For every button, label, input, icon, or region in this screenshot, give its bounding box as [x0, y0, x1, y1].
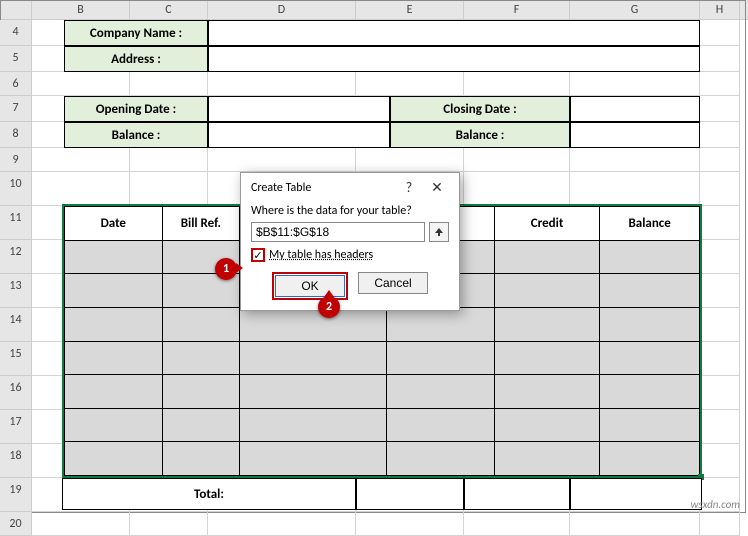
col-C[interactable]: C: [130, 0, 208, 19]
dialog-title: Create Table: [251, 181, 395, 195]
balance-right-value[interactable]: [570, 122, 700, 148]
total-balance[interactable]: [570, 478, 702, 510]
ok-button[interactable]: OK: [275, 275, 345, 297]
balance-left-value[interactable]: [208, 122, 390, 148]
annotation-marker-2: 2: [318, 296, 340, 318]
balance-right-label: Balance :: [390, 122, 570, 148]
row-9[interactable]: 9: [0, 148, 32, 172]
table-range-input[interactable]: [251, 222, 425, 242]
collapse-dialog-button[interactable]: [429, 222, 449, 242]
total-label: Total:: [62, 478, 356, 510]
create-table-dialog: Create Table ? ✕ Where is the data for y…: [240, 172, 460, 311]
table-row[interactable]: [65, 442, 700, 476]
row-7[interactable]: 7: [0, 96, 32, 122]
total-credit[interactable]: [464, 478, 570, 510]
row-19[interactable]: 19: [0, 478, 32, 512]
row-11[interactable]: 11: [0, 206, 32, 240]
table-row[interactable]: [65, 408, 700, 442]
arrow-up-icon: [434, 227, 444, 237]
address-value[interactable]: [208, 46, 700, 72]
closing-date-value[interactable]: [570, 96, 700, 122]
total-debit[interactable]: [356, 478, 464, 510]
row-6[interactable]: 6: [0, 72, 32, 96]
select-all-corner[interactable]: [0, 0, 32, 19]
col-G[interactable]: G: [570, 0, 700, 19]
row-16[interactable]: 16: [0, 376, 32, 410]
opening-date-value[interactable]: [208, 96, 390, 122]
col-D[interactable]: D: [208, 0, 356, 19]
table-row[interactable]: [65, 375, 700, 409]
row-15[interactable]: 15: [0, 342, 32, 376]
th-credit: Credit: [494, 207, 600, 241]
th-date: Date: [65, 207, 163, 241]
headers-checkbox-label: My table has headers: [269, 248, 373, 262]
row-10[interactable]: 10: [0, 172, 32, 206]
col-E[interactable]: E: [356, 0, 464, 19]
row-5[interactable]: 5: [0, 46, 32, 72]
th-balance: Balance: [600, 207, 700, 241]
row-14[interactable]: 14: [0, 308, 32, 342]
th-billref: Bill Ref.: [162, 207, 240, 241]
dialog-close-button[interactable]: ✕: [423, 179, 451, 196]
company-name-label: Company Name :: [64, 20, 208, 46]
row-8[interactable]: 8: [0, 122, 32, 148]
row-18[interactable]: 18: [0, 444, 32, 478]
company-name-value[interactable]: [208, 20, 700, 46]
watermark: wsxdn.com: [691, 498, 740, 511]
annotation-marker-1: 1: [215, 258, 237, 280]
address-label: Address :: [64, 46, 208, 72]
row-20[interactable]: 20: [0, 512, 32, 536]
col-B[interactable]: B: [32, 0, 130, 19]
dialog-help-button[interactable]: ?: [395, 179, 423, 196]
cancel-button[interactable]: Cancel: [358, 272, 428, 294]
opening-date-label: Opening Date :: [64, 96, 208, 122]
col-H[interactable]: H: [700, 0, 740, 19]
table-row[interactable]: [65, 341, 700, 375]
row-12[interactable]: 12: [0, 240, 32, 274]
col-F[interactable]: F: [464, 0, 570, 19]
closing-date-label: Closing Date :: [390, 96, 570, 122]
row-4[interactable]: 4: [0, 20, 32, 46]
dialog-prompt: Where is the data for your table?: [251, 204, 449, 218]
balance-left-label: Balance :: [64, 122, 208, 148]
ok-highlight: OK: [272, 272, 348, 300]
row-17[interactable]: 17: [0, 410, 32, 444]
table-row[interactable]: [65, 307, 700, 341]
column-headers: B C D E F G H: [0, 0, 748, 20]
row-13[interactable]: 13: [0, 274, 32, 308]
headers-checkbox[interactable]: ✓: [251, 248, 265, 262]
